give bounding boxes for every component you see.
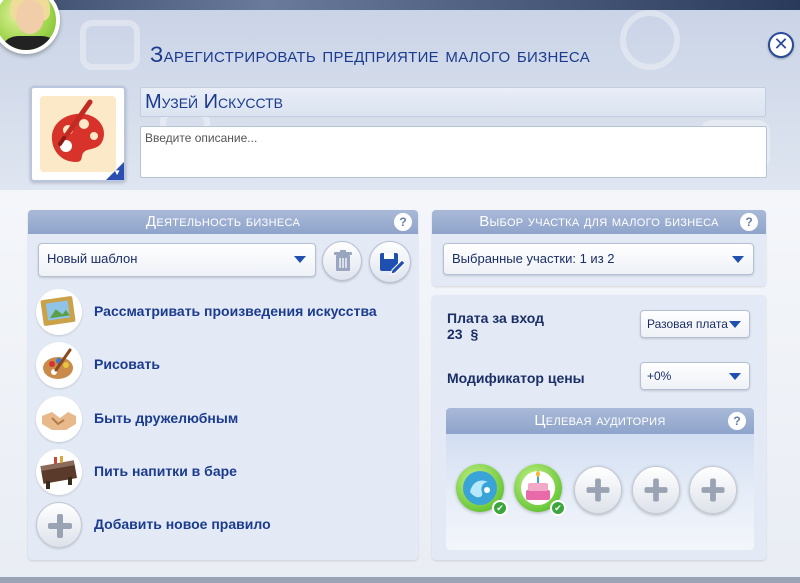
entry-fee-value: 23: [447, 326, 463, 342]
price-modifier-label: Модификатор цены: [447, 370, 585, 386]
audience-slot-empty[interactable]: [574, 466, 622, 514]
target-audience-header-label: Целевая аудитория: [534, 412, 666, 429]
activities-header: Деятельность бизнеса: [28, 210, 418, 234]
close-button[interactable]: ✕: [768, 32, 794, 58]
bottom-strip: [0, 577, 800, 583]
trash-icon: [334, 250, 352, 271]
avatar-face: [16, 0, 44, 34]
activity-item[interactable]: Рассматривать произведения искусства: [36, 289, 396, 335]
checkmark-icon: ✔: [550, 500, 566, 516]
activity-label: Рассматривать произведения искусства: [94, 303, 377, 319]
chevron-down-icon: [294, 256, 306, 263]
entry-fee-amount: 23 §: [447, 326, 478, 342]
business-name-input[interactable]: Музей Искусств: [140, 87, 766, 117]
chevron-down-icon: [732, 256, 744, 263]
target-audience-header: Целевая аудитория: [446, 408, 754, 434]
selected-lots-dropdown[interactable]: Выбранные участки: 1 из 2: [443, 243, 754, 275]
plus-icon: [586, 478, 610, 502]
help-icon[interactable]: ?: [740, 213, 758, 231]
plus-icon: [36, 502, 82, 548]
activity-item[interactable]: Рисовать: [36, 342, 396, 388]
audience-slot-empty[interactable]: [632, 466, 680, 514]
lot-selection-header-label: Выбор участка для малого бизнеса: [479, 213, 719, 230]
paint-palette-icon: [51, 99, 104, 162]
dialog-title: Зарегистрировать предприятие малого бизн…: [150, 42, 591, 67]
save-edit-icon: [380, 253, 406, 275]
plus-icon: [701, 478, 725, 502]
audience-slot[interactable]: ✔: [514, 464, 566, 516]
audience-slot-empty[interactable]: [689, 466, 737, 514]
add-rule-button[interactable]: Добавить новое правило: [36, 502, 396, 548]
activities-header-label: Деятельность бизнеса: [145, 213, 301, 230]
target-audience-panel: Целевая аудитория ? ✔ ✔: [446, 408, 754, 550]
handshake-icon: [36, 396, 82, 442]
sim-avatar[interactable]: [0, 0, 60, 54]
lot-selection-header: Выбор участка для малого бизнеса: [432, 210, 766, 234]
add-rule-label: Добавить новое правило: [94, 516, 271, 532]
chevron-down-icon: [729, 373, 741, 380]
template-dropdown-value: Новый шаблон: [47, 251, 138, 266]
activity-label: Быть дружелюбным: [94, 410, 239, 426]
plus-icon: [644, 478, 668, 502]
bar-counter-icon: [36, 449, 82, 495]
activity-label: Пить напитки в баре: [94, 463, 237, 479]
activity-item[interactable]: Быть дружелюбным: [36, 396, 396, 442]
simoleon-icon: §: [470, 326, 479, 342]
price-modifier-dropdown[interactable]: +0%: [640, 362, 750, 390]
save-template-button[interactable]: [369, 241, 411, 283]
painting-frame-icon: [36, 289, 82, 335]
entry-fee-label: Плата за вход: [447, 310, 545, 326]
template-dropdown[interactable]: Новый шаблон: [38, 243, 316, 277]
activity-label: Рисовать: [94, 356, 160, 372]
background-decoration: [80, 20, 140, 70]
chevron-down-icon: [729, 321, 741, 328]
chevron-down-icon: ▼: [113, 168, 121, 177]
business-description-input[interactable]: Введите описание...: [140, 126, 767, 178]
paint-palette-icon: [36, 342, 82, 388]
activity-item[interactable]: Пить напитки в баре: [36, 449, 396, 495]
audience-slot[interactable]: ✔: [456, 464, 508, 516]
price-modifier-value: +0%: [647, 369, 672, 383]
selected-lots-value: Выбранные участки: 1 из 2: [452, 251, 615, 266]
fee-type-dropdown[interactable]: Разовая плата: [640, 310, 750, 338]
top-strip: [0, 0, 800, 10]
background-decoration: [620, 10, 680, 70]
fee-type-value: Разовая плата: [647, 317, 728, 331]
business-icon-picker[interactable]: ▼: [30, 86, 126, 182]
help-icon[interactable]: ?: [394, 213, 412, 231]
checkmark-icon: ✔: [492, 500, 508, 516]
help-icon[interactable]: ?: [728, 412, 746, 430]
delete-template-button[interactable]: [322, 241, 362, 281]
business-icon-background: [40, 96, 116, 172]
